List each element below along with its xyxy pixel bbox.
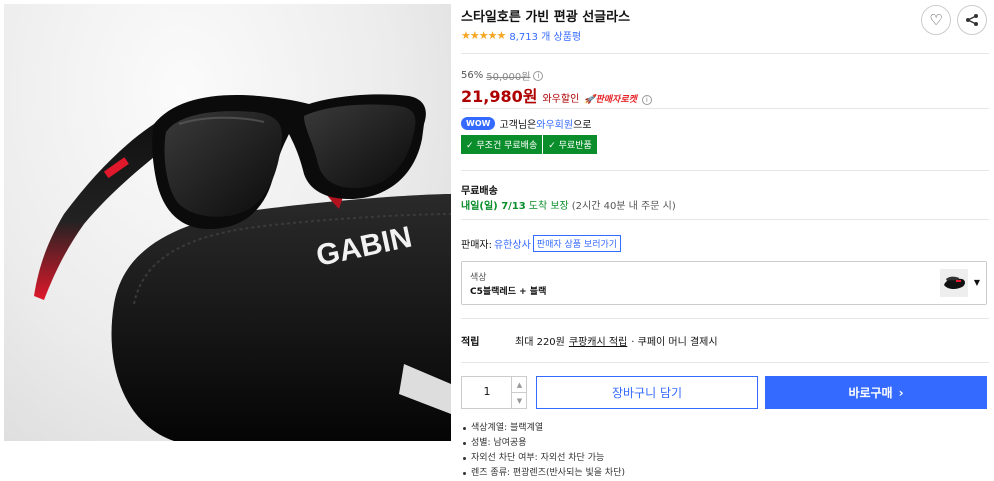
option-value: C5블랙레드 + 블랙 [470,287,547,297]
divider [461,53,989,54]
product-info-panel: 스타일호른 가빈 편광 선글라스 ★★★★★ 8,713 개 상품평 ♡ 56%… [461,0,991,481]
spec-list: 색상계열: 블랙계열 성별: 남여공용 자외선 차단 여부: 자외선 차단 가능… [461,421,625,481]
wow-badge: WOW [461,117,496,130]
info-icon[interactable]: i [641,95,652,105]
quantity-increase-button[interactable]: ▲ [511,377,527,393]
discount-rate: 56% [461,70,484,81]
heart-icon: ♡ [929,11,943,29]
buy-now-label: 바로구매 [848,386,893,400]
wow-text-suffix: 으로 [573,120,592,131]
divider [461,318,989,319]
original-price: 50,000원 [486,72,531,83]
wishlist-button[interactable]: ♡ [921,5,951,35]
product-title: 스타일호른 가빈 편광 선글라스 [461,10,631,25]
seller-label: 판매자: [461,240,492,251]
arrival-guarantee: 도착 보장 [528,201,569,212]
discount-row: 56% 50,000원 i [461,68,544,83]
chevron-down-icon: ▼ [973,278,980,287]
info-icon[interactable]: i [533,70,544,81]
order-condition: (2시간 40분 내 주문 시) [571,201,676,212]
shipping-detail: 내일(일) 7/13 도착 보장 (2시간 40분 내 주문 시) [461,197,676,212]
spec-item: 성별: 남여공용 [461,436,625,451]
seller-row: 판매자: 유한상사 판매자 상품 보러가기 [461,235,622,252]
shipping-title: 무료배송 [461,186,498,197]
free-shipping-badge: ✓ 무조건 무료배송 [461,135,544,154]
arrival-date: 내일(일) 7/13 [461,201,526,212]
free-return-badge: ✓ 무료반품 [543,135,598,154]
seller-name-link[interactable]: 유한상사 [494,236,531,251]
wow-member-row: WOW 고객님은 와우회원 으로 [461,116,591,131]
option-label: 색상 [470,273,487,283]
wow-member-link[interactable]: 와우회원 [536,116,573,131]
share-icon [966,14,978,26]
buy-now-button[interactable]: 바로구매 › [765,376,987,409]
option-thumbnail [940,269,968,297]
reward-suffix: · 쿠페이 머니 결제시 [631,337,718,348]
wow-discount-label: 와우할인 [542,94,580,105]
divider [461,108,989,109]
add-to-cart-button[interactable]: 장바구니 담기 [536,376,758,409]
divider [461,219,989,220]
share-button[interactable] [957,5,987,35]
quantity-input[interactable]: 1 [462,385,512,398]
divider [461,170,989,171]
divider [461,362,989,363]
review-count-link[interactable]: 8,713 개 상품평 [509,28,581,43]
wow-text-prefix: 고객님은 [499,120,537,131]
spec-item: 자외선 차단 여부: 자외선 차단 가능 [461,451,625,466]
seller-products-link[interactable]: 판매자 상품 보러가기 [532,235,622,252]
reward-row: 적립 최대 220원 쿠팡캐시 적립 · 쿠페이 머니 결제시 [461,333,718,348]
product-image: GABIN [4,4,451,441]
spec-item: 렌즈 종류: 편광렌즈(반사되는 빛을 차단) [461,466,625,481]
chevron-right-icon: › [898,385,904,400]
rating-row[interactable]: ★★★★★ 8,713 개 상품평 [461,28,581,43]
spec-item: 색상계열: 블랙계열 [461,421,625,436]
color-option-select[interactable]: 색상 C5블랙레드 + 블랙 ▼ [461,261,987,305]
coupang-cash-link[interactable]: 쿠팡캐시 적립 [569,333,627,348]
sale-price: 21,980원 [461,87,538,106]
price-row: 21,980원 와우할인 🚀판매자로켓 i [461,83,652,107]
reward-title: 적립 [461,337,480,348]
seller-rocket-badge: 🚀판매자로켓 [584,95,637,105]
quantity-decrease-button[interactable]: ▼ [511,393,527,409]
star-rating: ★★★★★ [461,28,506,42]
quantity-stepper[interactable]: 1 ▲ ▼ [461,376,527,409]
reward-amount: 최대 220원 [515,337,565,348]
benefit-badges: ✓ 무조건 무료배송 ✓ 무료반품 [461,135,598,154]
